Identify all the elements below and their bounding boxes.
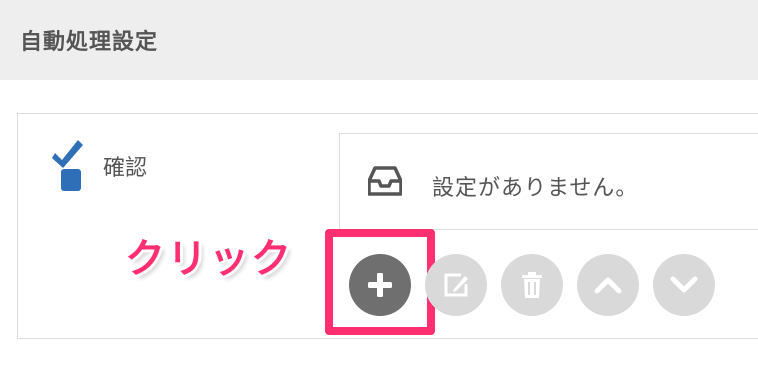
edit-button[interactable]	[425, 254, 487, 316]
page-title: 自動処理設定	[20, 30, 159, 55]
empty-state-message: 設定がありません。	[432, 176, 639, 201]
chevron-down-icon	[670, 276, 698, 293]
move-up-button[interactable]	[577, 254, 639, 316]
section-label: 確認	[103, 156, 148, 181]
edit-icon	[444, 273, 468, 297]
checkbox-check-icon	[52, 140, 83, 191]
trash-icon	[522, 272, 542, 298]
delete-button[interactable]	[501, 254, 563, 316]
plus-icon	[368, 273, 392, 297]
click-callout: クリック	[125, 236, 293, 282]
page-header: 自動処理設定	[0, 0, 758, 80]
chevron-up-icon	[594, 277, 622, 294]
move-down-button[interactable]	[653, 254, 715, 316]
add-button[interactable]	[349, 254, 411, 316]
inbox-icon	[368, 166, 402, 196]
